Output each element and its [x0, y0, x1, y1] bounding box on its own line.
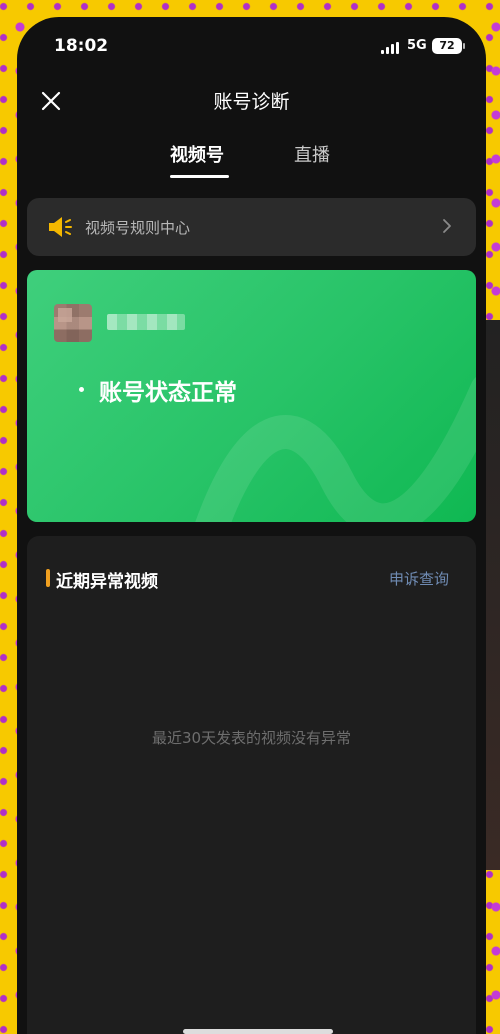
battery-tip — [463, 43, 465, 49]
signal-icon — [381, 42, 401, 54]
rules-center-banner[interactable]: 视频号规则中心 — [27, 198, 476, 256]
network-type: 5G — [407, 38, 427, 53]
section-accent-bar — [46, 569, 50, 587]
avatar-pixelation — [58, 308, 72, 322]
active-tab-indicator — [170, 175, 229, 178]
appeal-query-link[interactable]: 申诉查询 — [389, 568, 449, 589]
status-time: 18:02 — [54, 36, 109, 56]
account-status-text: 账号状态正常 — [99, 380, 237, 406]
account-status-card: 账号状态正常 — [27, 270, 476, 522]
abnormal-videos-section: 近期异常视频 申诉查询 最近30天发表的视频没有异常 — [27, 536, 476, 1034]
chevron-right-icon — [443, 219, 451, 233]
page-title: 账号诊断 — [213, 91, 290, 113]
avatar — [54, 304, 92, 342]
megaphone-icon — [49, 217, 72, 237]
phone-screen: 18:02 5G 72 账号诊断 视频号 直播 视频号规则中心 账号状态正常 近… — [17, 17, 486, 1034]
home-indicator[interactable] — [183, 1029, 333, 1034]
username-redacted — [107, 314, 185, 330]
tab-live[interactable]: 直播 — [294, 141, 330, 167]
bullet-dot — [79, 387, 84, 392]
empty-state-message: 最近30天发表的视频没有异常 — [151, 729, 352, 747]
section-title: 近期异常视频 — [56, 572, 158, 592]
tab-video-account[interactable]: 视频号 — [170, 141, 224, 167]
battery-icon: 72 — [432, 38, 462, 54]
rules-center-label: 视频号规则中心 — [85, 219, 191, 237]
background-edge — [486, 320, 500, 870]
